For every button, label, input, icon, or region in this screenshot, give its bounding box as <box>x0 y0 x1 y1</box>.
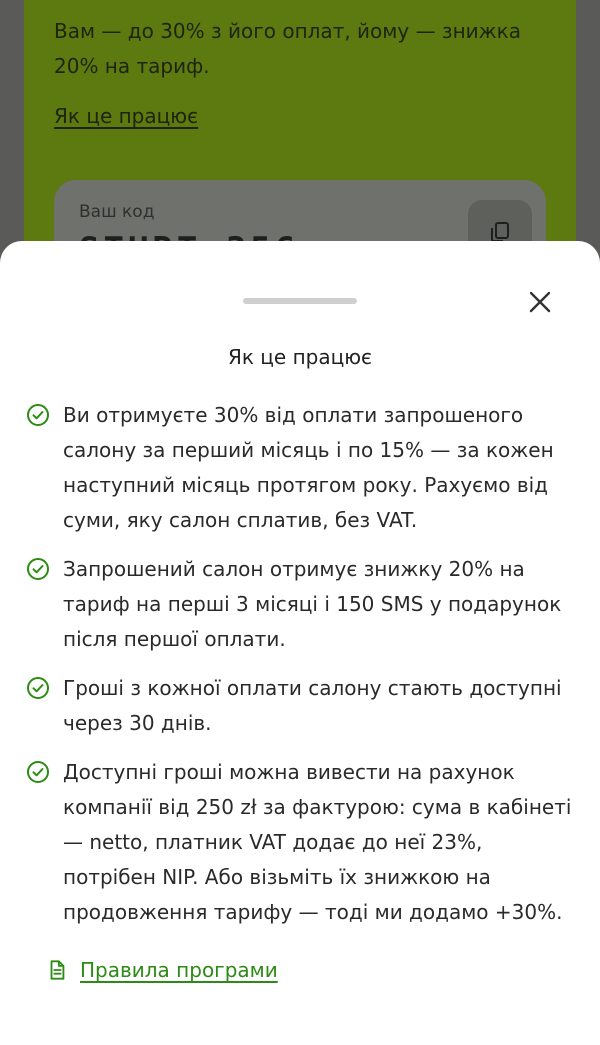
document-icon <box>50 960 65 980</box>
close-icon <box>529 291 551 313</box>
sheet-grabber[interactable] <box>243 298 357 304</box>
list-item: Доступні гроші можна вивести на рахунок … <box>26 755 586 930</box>
referral-description: Вам — до 30% з його оплат, йому — знижка… <box>54 19 521 78</box>
code-label: Ваш код <box>79 202 155 222</box>
info-list: Ви отримуєте 30% від оплати запрошеного … <box>26 398 586 944</box>
list-item-text: Доступні гроші можна вивести на рахунок … <box>63 760 572 924</box>
list-item-text: Запрошений салон отримує знижку 20% на т… <box>63 557 562 651</box>
how-it-works-sheet: Як це працює Ви отримуєте 30% від оплати… <box>0 241 600 1045</box>
sheet-title: Як це працює <box>227 345 373 369</box>
list-item: Ви отримуєте 30% від оплати запрошеного … <box>26 398 586 538</box>
list-item: Запрошений салон отримує знижку 20% на т… <box>26 552 586 657</box>
program-rules-link[interactable]: Правила програми <box>46 958 278 982</box>
list-item-text: Ви отримуєте 30% від оплати запрошеного … <box>63 403 554 532</box>
close-button[interactable] <box>522 284 558 320</box>
list-item-text: Гроші з кожної оплати салону стають дост… <box>63 676 562 735</box>
program-rules-label: Правила програми <box>80 958 278 982</box>
check-circle-icon <box>27 404 49 426</box>
check-circle-icon <box>27 761 49 783</box>
check-circle-icon <box>27 677 49 699</box>
how-it-works-link[interactable]: Як це працює <box>54 104 198 128</box>
list-item: Гроші з кожної оплати салону стають дост… <box>26 671 586 741</box>
check-circle-icon <box>27 558 49 580</box>
